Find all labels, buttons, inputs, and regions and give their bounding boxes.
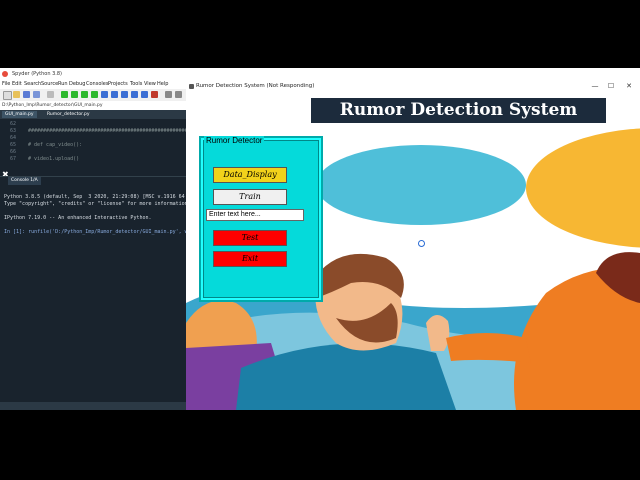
menu-tools[interactable]: Tools: [130, 81, 142, 87]
line-number: 63: [10, 128, 17, 134]
console-line: IPython 7.19.0 -- An enhanced Interactiv…: [4, 215, 152, 221]
line-number: 65: [10, 142, 17, 148]
tab-gui-main[interactable]: GUI_main.py: [2, 111, 37, 118]
test-button[interactable]: Test: [213, 230, 287, 246]
console-line: Type "copyright", "credits" or "license"…: [4, 201, 191, 207]
yellow-cloud-shape: [526, 128, 640, 248]
tab-rumor-detector[interactable]: Rumor_detector.py: [44, 111, 93, 118]
spyder-title: Spyder (Python 3.8): [12, 71, 62, 77]
save-all-icon[interactable]: [33, 91, 40, 98]
spyder-title-bar: Spyder (Python 3.8): [0, 68, 640, 80]
text-entry[interactable]: Enter text here...: [206, 209, 304, 221]
step-icon[interactable]: [111, 91, 118, 98]
preferences-icon[interactable]: [175, 91, 182, 98]
menu-source[interactable]: Source: [41, 81, 58, 87]
debug-icon[interactable]: [101, 91, 108, 98]
tk-window: Rumor Detection System (Not Responding) …: [186, 80, 640, 410]
spyder-menubar: File Edit Search Source Run Debug Consol…: [0, 80, 186, 89]
maximize-pane-icon[interactable]: [165, 91, 172, 98]
run-cell-advance-icon[interactable]: [81, 91, 88, 98]
open-folder-icon[interactable]: [13, 91, 20, 98]
data-display-button[interactable]: Data_Display: [213, 167, 287, 183]
code-line: ########################################…: [28, 128, 206, 134]
background-canvas: Rumor Detection System Rumor Detector Da…: [186, 93, 640, 410]
line-number: 67: [10, 156, 17, 162]
panel-label: Rumor Detector: [204, 136, 265, 145]
close-icon[interactable]: ✕: [620, 80, 638, 93]
run-cell-icon[interactable]: [71, 91, 78, 98]
menu-view[interactable]: View: [144, 81, 156, 87]
menu-help[interactable]: Help: [157, 81, 168, 87]
menu-edit[interactable]: Edit: [12, 81, 22, 87]
stop-icon[interactable]: [151, 91, 158, 98]
tk-title-bar[interactable]: Rumor Detection System (Not Responding) …: [186, 80, 640, 94]
train-button[interactable]: Train: [213, 189, 287, 205]
banner-title: Rumor Detection System: [311, 98, 606, 123]
new-file-icon[interactable]: [3, 91, 12, 100]
tk-window-title: Rumor Detection System (Not Responding): [196, 83, 315, 89]
maximize-icon[interactable]: ☐: [602, 80, 620, 93]
editor-tabs: GUI_main.py Rumor_detector.py: [0, 110, 186, 119]
console-tab[interactable]: Console 1/A: [8, 177, 41, 185]
line-number: 62: [10, 121, 17, 127]
working-path[interactable]: D:\Python_Imp\Rumor_detector\GUI_main.py: [0, 101, 188, 110]
menu-search[interactable]: Search: [24, 81, 41, 87]
code-line: # def cap_video():: [28, 142, 83, 148]
console-line: In [1]: runfile('D:/Python_Imp/Rumor_det…: [4, 229, 188, 235]
save-icon[interactable]: [23, 91, 30, 98]
continue-icon[interactable]: [141, 91, 148, 98]
step-into-icon[interactable]: [121, 91, 128, 98]
code-editor[interactable]: 62 63 ##################################…: [0, 119, 206, 167]
menu-file[interactable]: File: [2, 81, 10, 87]
spyder-logo-icon: [2, 71, 8, 77]
browse-icon[interactable]: [47, 91, 54, 98]
run-selection-icon[interactable]: [91, 91, 98, 98]
blue-cloud-shape: [316, 145, 526, 225]
ipython-console[interactable]: Python 3.8.5 (default, Sep 3 2020, 21:29…: [0, 186, 191, 402]
run-icon[interactable]: [61, 91, 68, 98]
menu-debug[interactable]: Debug: [69, 81, 85, 87]
menu-projects[interactable]: Projects: [108, 81, 128, 87]
line-number: 66: [10, 149, 17, 155]
right-person-arm: [446, 333, 531, 363]
menu-run[interactable]: Run: [58, 81, 68, 87]
busy-cursor-icon: [418, 240, 425, 247]
code-line: # video1.upload(): [28, 156, 80, 162]
feather-icon: [189, 84, 194, 89]
exit-button[interactable]: Exit: [213, 251, 287, 267]
line-number: 64: [10, 135, 17, 141]
console-line: Python 3.8.5 (default, Sep 3 2020, 21:29…: [4, 194, 185, 200]
menu-consoles[interactable]: Consoles: [86, 81, 108, 87]
step-return-icon[interactable]: [131, 91, 138, 98]
